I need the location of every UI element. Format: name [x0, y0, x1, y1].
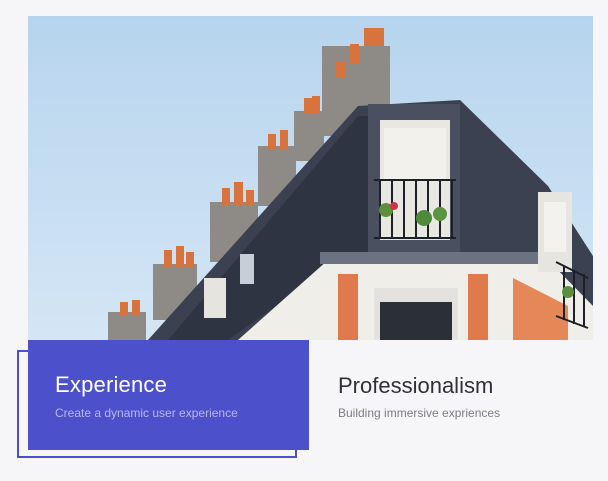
feature-title: Experience	[55, 372, 168, 397]
hero-image	[28, 16, 593, 340]
feature-title: Professionalism	[338, 373, 494, 398]
feature-card-experience[interactable]: Experience Create a dynamic user experie…	[28, 340, 309, 450]
feature-subtitle: Create a dynamic user experience	[55, 406, 238, 420]
feature-subtitle: Building immersive expriences	[338, 406, 501, 420]
